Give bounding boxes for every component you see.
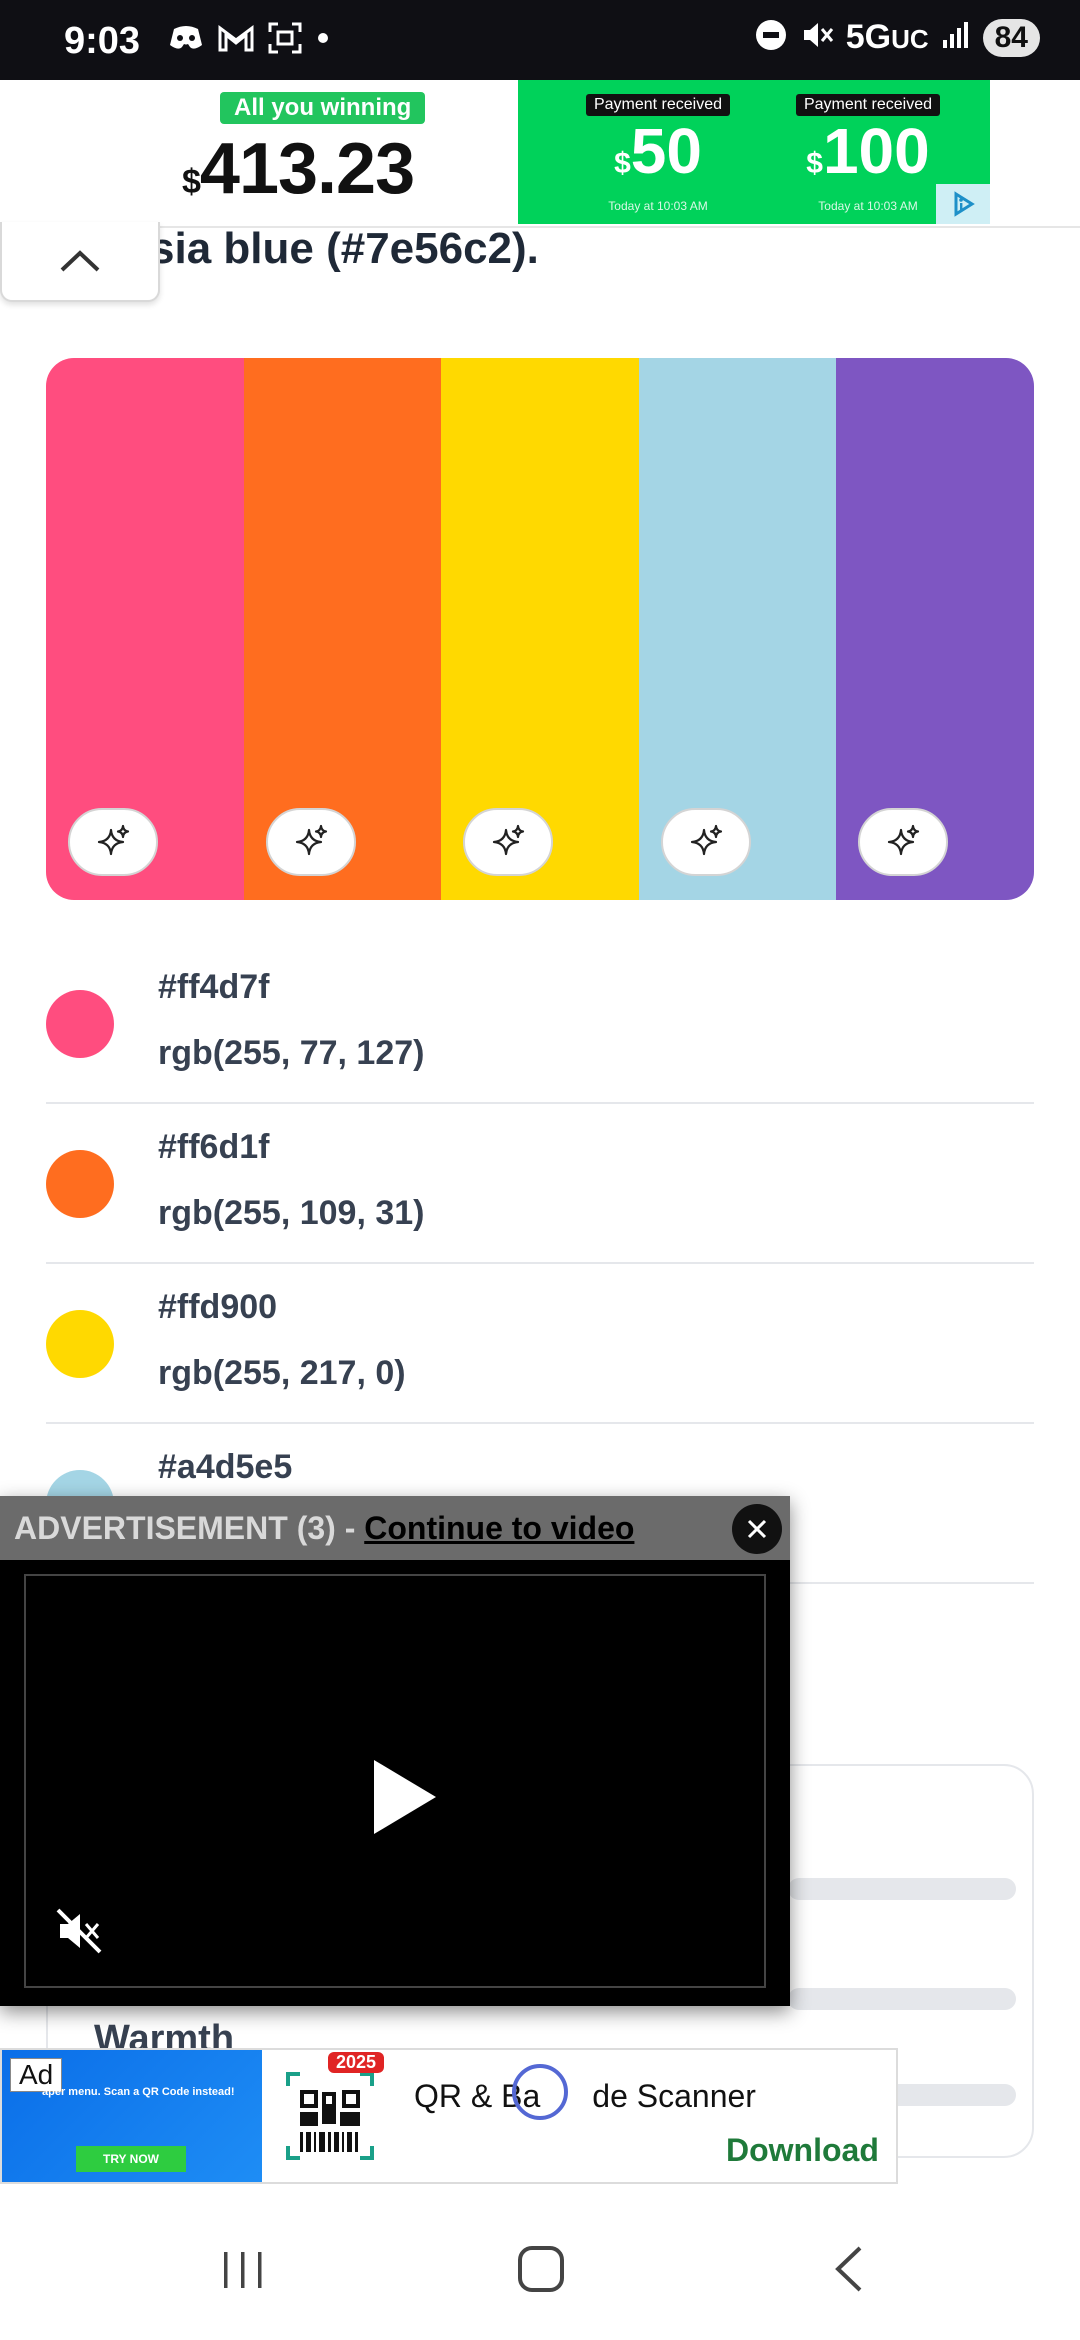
navigation-bar: [0, 2208, 1080, 2340]
list-item[interactable]: #ffd900 rgb(255, 217, 0): [46, 1264, 1034, 1424]
discord-icon: [168, 23, 204, 53]
touch-indicator: [512, 2064, 568, 2120]
ad-image: Ad aper menu. Scan a QR Code instead! TR…: [2, 2050, 262, 2182]
recent-apps-button[interactable]: [218, 2244, 268, 2299]
system-icons: 5GUC 84: [754, 18, 1040, 57]
sparkle-icon: [888, 824, 920, 856]
ad-payment-card: Payment received $50 Today at 10:03 AM: [568, 94, 748, 213]
swatch[interactable]: [243, 358, 442, 900]
swatch[interactable]: [836, 358, 1034, 900]
list-item[interactable]: #ff4d7f rgb(255, 77, 127): [46, 944, 1034, 1104]
rgb-value[interactable]: rgb(255, 217, 0): [158, 1354, 406, 1393]
dnd-icon: [754, 18, 788, 57]
sparkle-button[interactable]: [660, 808, 751, 876]
clock: 9:03: [64, 20, 141, 62]
ad-image-text: aper menu. Scan a QR Code instead!: [42, 2086, 235, 2098]
sparkle-icon: [295, 824, 327, 856]
recents-icon: [224, 2252, 262, 2288]
swatch[interactable]: [441, 358, 639, 900]
ad-pill: All you winning: [220, 92, 426, 124]
screenshot-icon: [268, 22, 302, 54]
color-list: #ff4d7f rgb(255, 77, 127) #ff6d1f rgb(25…: [46, 944, 1034, 1584]
hex-value[interactable]: #a4d5e5: [158, 1448, 292, 1487]
chevron-up-icon: [60, 250, 100, 272]
swatch[interactable]: [46, 358, 244, 900]
collapse-ad-button[interactable]: [0, 222, 160, 302]
battery-level: 84: [982, 18, 1040, 57]
app-name: QR & Ba de Scanner: [414, 2078, 756, 2114]
app-install-ad[interactable]: Ad aper menu. Scan a QR Code instead! TR…: [0, 2048, 898, 2184]
network-type: 5GUC: [845, 18, 929, 56]
play-icon[interactable]: [372, 1758, 438, 1841]
slider-track[interactable]: [788, 1988, 1016, 2010]
video-ad-title: ADVERTISEMENT (3) - Continue to video: [14, 1510, 635, 1546]
continue-to-video-link[interactable]: Continue to video: [364, 1510, 634, 1546]
signal-icon: [941, 20, 971, 55]
color-dot: [46, 990, 114, 1058]
mute-icon: [800, 18, 834, 57]
slider-track[interactable]: [788, 1878, 1016, 1900]
ad-image-button: TRY NOW: [76, 2146, 186, 2172]
ad-left-panel: All you winning $413.23: [90, 80, 518, 224]
color-dot: [46, 1150, 114, 1218]
back-button[interactable]: [826, 2244, 876, 2299]
hex-value[interactable]: #ff4d7f: [158, 968, 269, 1007]
sparkle-icon: [97, 824, 130, 856]
ad-payment-card: Payment received $100 Today at 10:03 AM: [778, 94, 958, 213]
close-icon: [747, 1519, 767, 1539]
sparkle-icon: [493, 824, 525, 856]
palette-strip: [46, 358, 1034, 900]
rgb-value[interactable]: rgb(255, 77, 127): [158, 1034, 424, 1073]
sparkle-icon: [690, 824, 722, 856]
video-ad[interactable]: ADVERTISEMENT (3) - Continue to video: [0, 1496, 790, 2006]
swatch[interactable]: [638, 358, 837, 900]
video-frame: [0, 1560, 790, 2006]
list-item[interactable]: #ff6d1f rgb(255, 109, 31): [46, 1104, 1034, 1264]
notification-icons: [168, 22, 330, 54]
status-bar: 9:03 5GUC 84: [0, 0, 1080, 80]
video-player[interactable]: [24, 1574, 766, 1988]
home-button[interactable]: [516, 2244, 566, 2299]
hex-value[interactable]: #ff6d1f: [158, 1128, 269, 1167]
muted-speaker-icon[interactable]: [54, 1906, 104, 1961]
video-ad-header: ADVERTISEMENT (3) - Continue to video: [0, 1496, 790, 1560]
rgb-value[interactable]: rgb(255, 109, 31): [158, 1194, 424, 1233]
page-heading: sia blue (#7e56c2).: [150, 224, 539, 273]
qr-code-icon: [282, 2066, 378, 2166]
dot-icon: [316, 31, 330, 45]
ad-amount: $413.23: [182, 129, 415, 209]
ad-right-panel: Payment received $50 Today at 10:03 AM P…: [518, 80, 990, 224]
close-button[interactable]: [732, 1504, 782, 1554]
year-badge: 2025: [328, 2052, 385, 2073]
sparkle-button[interactable]: [68, 808, 158, 876]
adchoices-icon[interactable]: [936, 184, 990, 224]
download-button[interactable]: Download: [726, 2132, 879, 2169]
back-icon: [835, 2246, 862, 2292]
sparkle-button[interactable]: [858, 808, 949, 876]
color-dot: [46, 1310, 114, 1378]
home-icon: [518, 2246, 564, 2292]
hex-value[interactable]: #ffd900: [158, 1288, 277, 1327]
gmail-icon: [218, 24, 254, 52]
sparkle-button[interactable]: [463, 808, 554, 876]
sparkle-button[interactable]: [265, 808, 356, 876]
top-banner-ad[interactable]: All you winning $413.23 Payment received…: [0, 80, 1080, 228]
